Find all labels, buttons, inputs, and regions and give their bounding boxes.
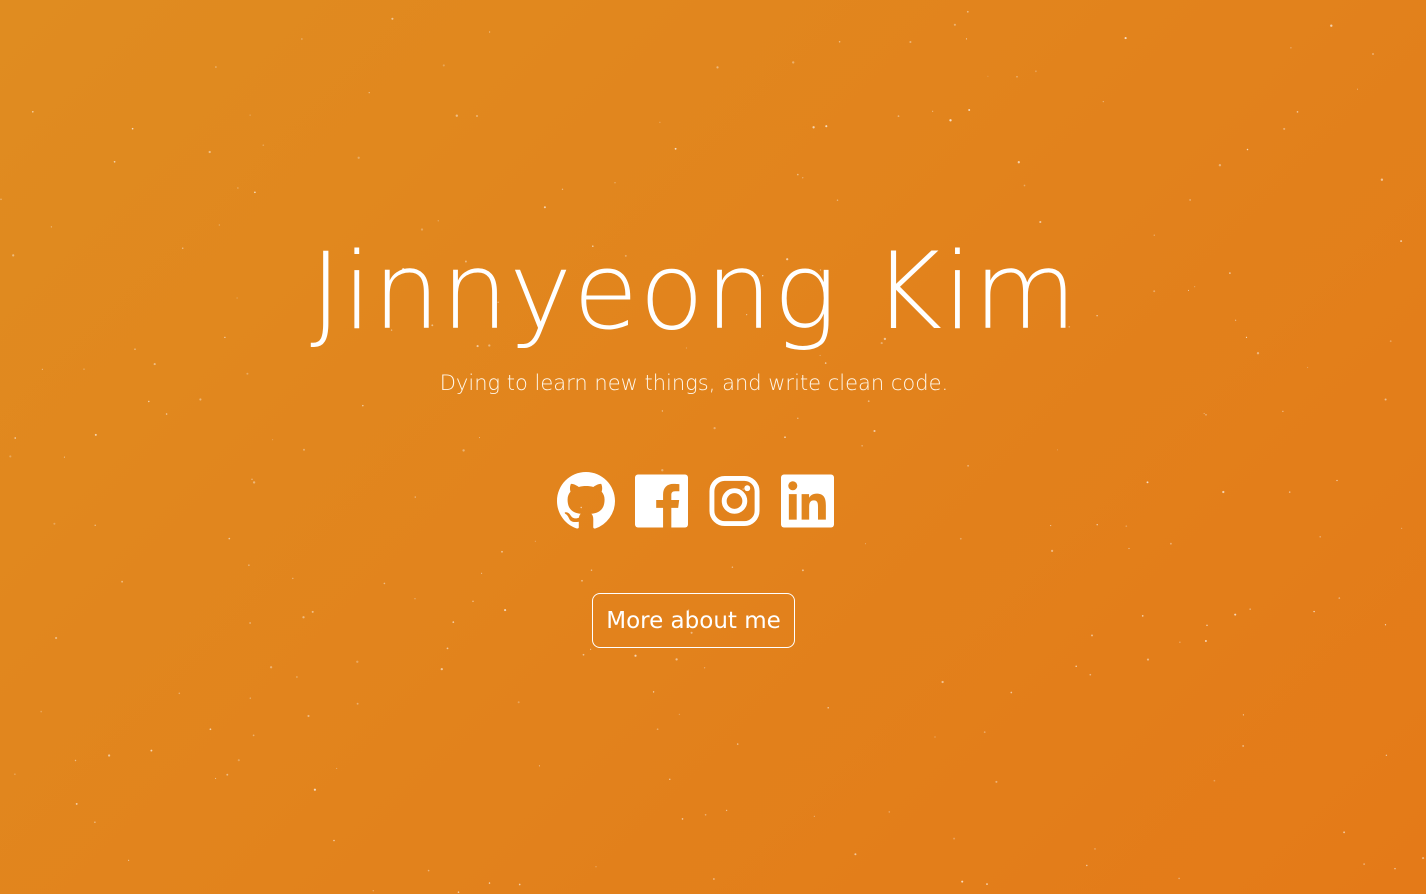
linkedin-icon [781, 474, 834, 528]
github-icon [557, 472, 615, 529]
hero-name: Jinnyeong Kim [310, 230, 1078, 353]
hero-section: Jinnyeong Kim Dying to learn new things,… [0, 0, 1426, 894]
instagram-link[interactable] [708, 474, 761, 528]
linkedin-link[interactable] [781, 474, 834, 528]
instagram-icon [709, 475, 760, 527]
more-about-me-button[interactable]: More about me [592, 593, 795, 648]
hero-tagline: Dying to learn new things, and write cle… [439, 371, 949, 395]
hero-content: Jinnyeong Kim Dying to learn new things,… [0, 0, 1426, 894]
facebook-icon [635, 474, 688, 528]
social-links [557, 472, 834, 530]
github-link[interactable] [557, 472, 615, 530]
facebook-link[interactable] [635, 474, 688, 528]
